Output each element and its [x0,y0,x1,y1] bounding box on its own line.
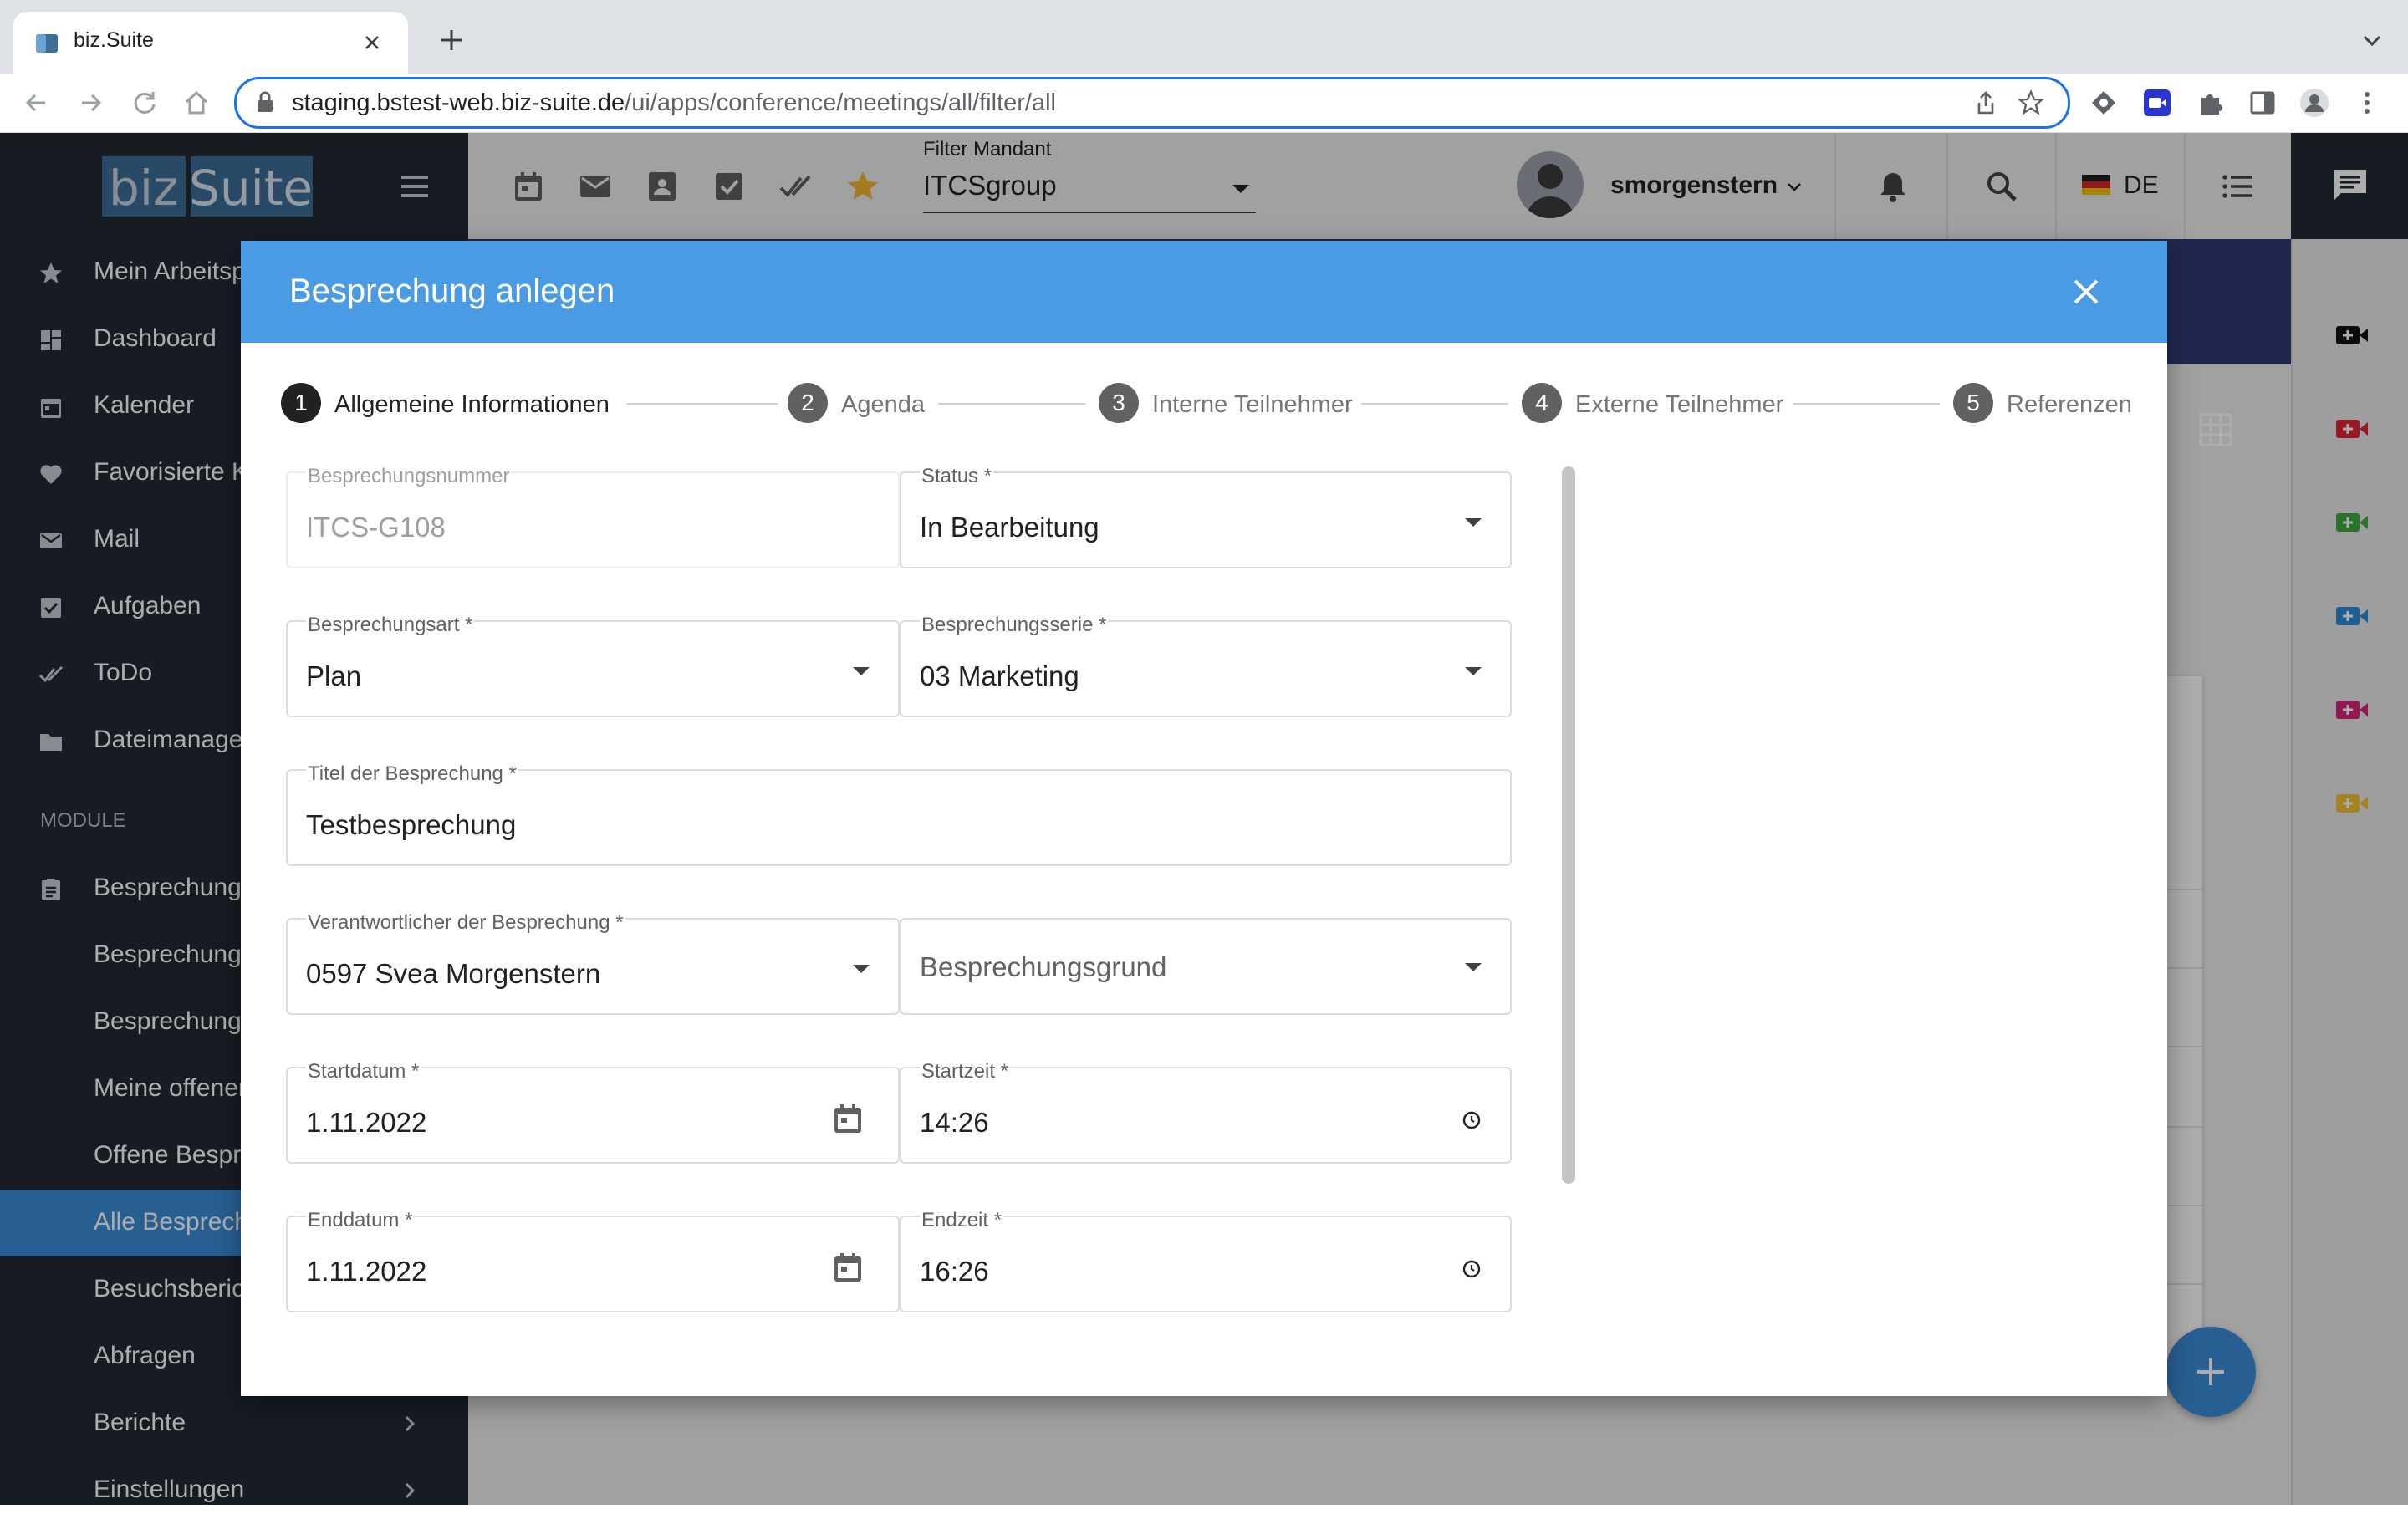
step-connector [1793,403,1940,405]
close-icon[interactable] [2070,276,2102,308]
step-number: 2 [788,383,828,423]
share-icon[interactable] [1972,89,1999,116]
end-time-input[interactable]: Endzeit * 16:26 [900,1209,1512,1312]
end-date-input[interactable]: Enddatum * 1.11.2022 [286,1209,900,1312]
field-value: 03 Marketing [920,660,1079,691]
url-host: staging.bstest-web.biz-suite.de [292,89,625,116]
meeting-reason-select[interactable]: Besprechungsgrund [900,918,1512,1015]
bookmark-star-icon[interactable] [2018,89,2044,116]
step-connector [627,403,778,405]
field-label: Endzeit * [920,1209,1004,1232]
step-label: Allgemeine Informationen [334,391,610,418]
dialog-title: Besprechung anlegen [289,273,615,309]
browser-toolbar: staging.bstest-web.biz-suite.de/ui/apps/… [0,74,2408,133]
field-label: Besprechungsnummer [306,465,512,488]
dropdown-caret-icon [853,965,870,973]
meeting-title-input[interactable]: Titel der Besprechung * Testbesprechung [286,762,1512,866]
url-path: /ui/apps/conference/meetings/all/filter/… [625,89,1056,116]
dropdown-caret-icon [1465,667,1482,675]
url-text: staging.bstest-web.biz-suite.de/ui/apps/… [292,89,1056,117]
tab-search-chevron-icon[interactable] [2358,27,2386,55]
tab-close-icon[interactable] [360,30,385,55]
step-number: 1 [281,383,321,423]
tab-title: biz.Suite [74,28,154,52]
field-label: Titel der Besprechung * [306,762,518,786]
step-connector [938,403,1085,405]
dropdown-caret-icon [1465,963,1482,971]
step-number: 4 [1522,383,1562,423]
step-label: Agenda [841,391,925,418]
clock-icon[interactable] [1462,1110,1482,1130]
field-value: 0597 Svea Morgenstern [306,958,601,989]
meeting-series-select[interactable]: Besprechungsserie * 03 Marketing [900,614,1512,717]
meeting-number-field: Besprechungsnummer ITCS-G108 [286,465,900,568]
field-value: 1.11.2022 [306,1107,427,1138]
clock-icon[interactable] [1462,1259,1482,1279]
kebab-menu-icon[interactable] [2354,86,2380,120]
field-label: Verantwortlicher der Besprechung * [306,911,625,935]
address-bar[interactable]: staging.bstest-web.biz-suite.de/ui/apps/… [234,77,2070,129]
create-meeting-dialog: Besprechung anlegen 1 Allgemeine Informa… [241,241,2167,1396]
step-label: Externe Teilnehmer [1575,391,1784,418]
calendar-picker-icon[interactable] [831,1251,865,1284]
field-value: In Bearbeitung [920,512,1099,543]
forward-icon[interactable] [74,85,109,120]
step-number: 3 [1099,383,1139,423]
calendar-picker-icon[interactable] [831,1102,865,1135]
field-value: 16:26 [920,1256,989,1287]
back-icon[interactable] [18,85,54,120]
field-value: 14:26 [920,1107,989,1138]
field-label: Besprechungsserie * [920,614,1109,637]
step-number: 5 [1953,383,1993,423]
step-label: Referenzen [2007,391,2132,418]
reload-icon[interactable] [127,85,162,120]
step-label: Interne Teilnehmer [1152,391,1353,418]
field-value: 1.11.2022 [306,1256,427,1287]
field-placeholder: Besprechungsgrund [920,951,1167,982]
field-label: Besprechungsart * [306,614,475,637]
browser-tabbar: biz.Suite [0,0,2408,74]
dropdown-caret-icon [1465,518,1482,527]
meeting-type-select[interactable]: Besprechungsart * Plan [286,614,900,717]
start-date-input[interactable]: Startdatum * 1.11.2022 [286,1060,900,1164]
field-value: ITCS-G108 [306,512,446,543]
start-time-input[interactable]: Startzeit * 14:26 [900,1060,1512,1164]
field-label: Startdatum * [306,1060,421,1083]
status-select[interactable]: Status * In Bearbeitung [900,465,1512,568]
new-tab-icon[interactable] [435,23,468,57]
home-icon[interactable] [179,85,214,120]
browser-tab[interactable]: biz.Suite [13,12,408,74]
field-label: Startzeit * [920,1060,1011,1083]
step-connector [1361,403,1508,405]
bizsuite-favicon-icon [36,34,58,53]
extension-diamond-icon[interactable] [2087,86,2120,120]
field-value: Testbesprechung [306,809,517,840]
video-extension-icon[interactable] [2140,86,2174,120]
dialog-header: Besprechung anlegen [241,241,2167,343]
puzzle-icon[interactable] [2194,86,2227,120]
field-label: Status * [920,465,994,488]
field-value: Plan [306,660,362,691]
lock-icon[interactable] [255,91,275,113]
responsible-person-select[interactable]: Verantwortlicher der Besprechung * 0597 … [286,911,900,1015]
dropdown-caret-icon [853,667,870,675]
side-panel-icon[interactable] [2246,86,2279,120]
profile-icon[interactable] [2298,86,2331,120]
dialog-scrollbar[interactable] [1562,466,1575,1184]
field-label: Enddatum * [306,1209,415,1232]
